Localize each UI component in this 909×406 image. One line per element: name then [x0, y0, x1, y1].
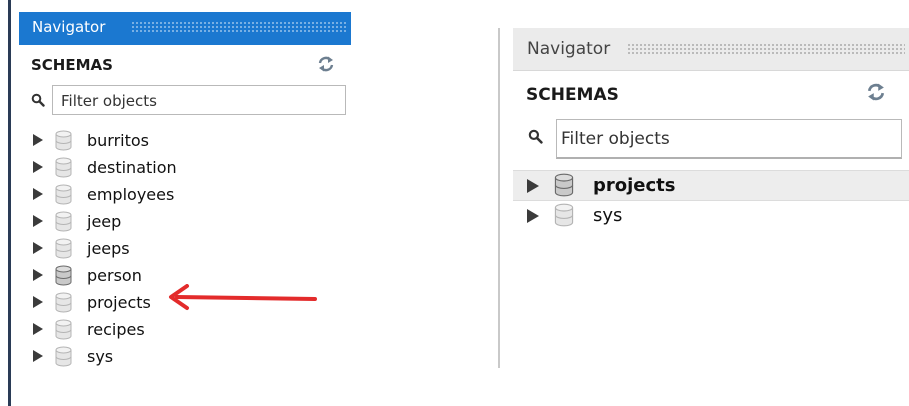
database-icon — [55, 292, 72, 313]
left-navigator-panel: Navigator SCHEMAS Filter objects burrito… — [19, 0, 351, 406]
filter-placeholder: Filter objects — [61, 92, 157, 110]
red-arrow-annotation — [169, 284, 317, 310]
schema-row-sys[interactable]: sys — [31, 344, 331, 371]
navigator-title: Navigator — [32, 18, 106, 36]
schema-name: burritos — [87, 131, 150, 150]
database-icon — [55, 211, 72, 232]
expand-arrow-icon[interactable] — [33, 161, 43, 173]
schema-name: destination — [87, 158, 177, 177]
expand-arrow-icon[interactable] — [33, 350, 43, 362]
schema-name: jeeps — [87, 239, 130, 258]
schema-row-employees[interactable]: employees — [31, 182, 331, 209]
schema-name: sys — [593, 205, 623, 226]
expand-arrow-icon[interactable] — [33, 323, 43, 335]
expand-arrow-icon[interactable] — [33, 296, 43, 308]
schema-row-jeeps[interactable]: jeeps — [31, 236, 331, 263]
database-icon — [55, 130, 72, 151]
search-icon — [528, 129, 543, 144]
window-edge — [8, 0, 11, 406]
navigator-header: Navigator — [513, 28, 909, 70]
schema-name: jeep — [87, 212, 122, 231]
database-icon — [55, 319, 72, 340]
schema-name: person — [87, 266, 142, 285]
header-grip[interactable] — [627, 43, 905, 55]
schema-list: projects sys — [513, 170, 909, 232]
schemas-heading: SCHEMAS — [526, 85, 619, 105]
schema-name: recipes — [87, 320, 145, 339]
schema-row-recipes[interactable]: recipes — [31, 317, 331, 344]
schema-row-jeep[interactable]: jeep — [31, 209, 331, 236]
right-navigator-panel: Navigator SCHEMAS Filter objects project… — [513, 28, 909, 368]
expand-arrow-icon[interactable] — [33, 215, 43, 227]
navigator-header: Navigator — [19, 12, 351, 45]
header-grip[interactable] — [131, 21, 347, 33]
expand-arrow-icon[interactable] — [33, 242, 43, 254]
refresh-icon[interactable] — [865, 83, 887, 101]
navigator-title: Navigator — [527, 39, 611, 59]
expand-arrow-icon[interactable] — [33, 188, 43, 200]
expand-arrow-icon[interactable] — [527, 179, 539, 193]
database-icon — [55, 184, 72, 205]
header-divider — [513, 70, 909, 71]
expand-arrow-icon[interactable] — [33, 134, 43, 146]
refresh-icon[interactable] — [317, 56, 335, 72]
schema-name: projects — [87, 293, 151, 312]
schema-row-burritos[interactable]: burritos — [31, 128, 331, 155]
schema-row-projects[interactable]: projects — [513, 170, 909, 201]
search-icon — [31, 93, 45, 107]
database-icon — [55, 265, 72, 286]
schema-list: burritos destination employees jeep jeep… — [31, 128, 331, 371]
schema-name: sys — [87, 347, 114, 366]
schemas-heading: SCHEMAS — [31, 56, 113, 74]
database-icon — [55, 346, 72, 367]
filter-input[interactable]: Filter objects — [556, 119, 902, 159]
filter-input[interactable]: Filter objects — [52, 85, 346, 115]
database-icon — [55, 157, 72, 178]
schema-name: employees — [87, 185, 175, 204]
expand-arrow-icon[interactable] — [33, 269, 43, 281]
database-icon — [55, 238, 72, 259]
database-icon — [554, 203, 574, 227]
expand-arrow-icon[interactable] — [527, 209, 539, 223]
schema-name: projects — [593, 175, 676, 196]
schema-row-destination[interactable]: destination — [31, 155, 331, 182]
schema-row-sys[interactable]: sys — [513, 201, 909, 232]
panel-divider — [498, 28, 500, 368]
filter-placeholder: Filter objects — [561, 129, 670, 149]
database-icon — [554, 173, 574, 197]
